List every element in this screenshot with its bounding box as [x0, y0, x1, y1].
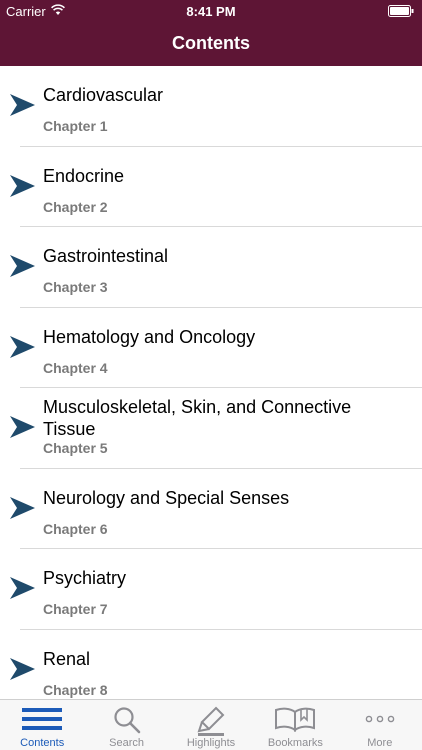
clock: 8:41 PM	[186, 4, 236, 19]
chapter-title: Neurology and Special Senses	[43, 487, 290, 508]
chapter-row[interactable]: Cardiovascular Chapter 1	[0, 66, 422, 147]
chapter-title: Hematology and Oncology	[43, 326, 256, 347]
chapter-number: Chapter 8	[43, 681, 108, 698]
chapter-title: Gastrointestinal	[43, 246, 169, 266]
tab-search[interactable]: Search	[84, 700, 168, 750]
chapter-number: Chapter 3	[43, 279, 108, 295]
chapter-row[interactable]: Hematology and Oncology Chapter 4	[0, 308, 422, 389]
more-icon	[365, 715, 395, 723]
app-header: Carrier 8:41 PM Contents	[0, 0, 422, 66]
chapter-row[interactable]: Endocrine Chapter 2	[0, 147, 422, 228]
chapter-number: Chapter 1	[43, 118, 108, 134]
chapter-list: Cardiovascular Chapter 1 Endocrine Chapt…	[0, 66, 422, 699]
tab-highlights[interactable]: Highlights	[169, 700, 253, 750]
chapter-number: Chapter 7	[43, 601, 108, 617]
arrow-icon	[10, 94, 35, 116]
chapter-title: Musculoskeletal, Skin, and Connective Ti…	[43, 397, 352, 439]
chapter-row[interactable]: Psychiatry Chapter 7	[0, 549, 422, 630]
chapter-title: Renal	[43, 648, 91, 669]
chapter-row[interactable]: Gastrointestinal Chapter 3	[0, 227, 422, 308]
search-icon	[113, 707, 140, 734]
tab-contents[interactable]: Contents	[0, 700, 84, 750]
chapter-title: Cardiovascular	[43, 85, 164, 105]
battery-icon	[388, 5, 414, 17]
tab-label: Search	[109, 737, 145, 749]
tab-bar: Contents Search Highlights Bookmarks Mor…	[0, 699, 422, 750]
tab-label: Highlights	[186, 737, 236, 749]
tab-label: Bookmarks	[267, 737, 323, 749]
status-bar: Carrier 8:41 PM	[0, 0, 422, 22]
chapter-number: Chapter 4	[43, 359, 108, 376]
arrow-icon	[10, 416, 35, 438]
tab-bookmarks[interactable]: Bookmarks	[253, 700, 337, 750]
highlighter-icon	[197, 706, 225, 736]
chapter-number: Chapter 2	[43, 198, 108, 215]
arrow-icon	[10, 657, 35, 680]
tab-label: More	[367, 737, 393, 749]
tab-label: Contents	[20, 737, 65, 749]
page-title: Contents	[172, 33, 250, 53]
chapter-title: Psychiatry	[43, 568, 127, 588]
arrow-icon	[10, 174, 35, 197]
arrow-icon	[10, 496, 35, 519]
book-icon	[275, 707, 316, 732]
chapter-row[interactable]: Musculoskeletal, Skin, and Connective Ti…	[0, 388, 422, 469]
tab-more[interactable]: More	[338, 700, 422, 750]
chapter-row[interactable]: Renal Chapter 8	[0, 630, 422, 700]
arrow-icon	[10, 577, 35, 599]
chapter-title: Endocrine	[43, 165, 125, 186]
chapter-row[interactable]: Neurology and Special Senses Chapter 6	[0, 469, 422, 550]
list-icon	[22, 708, 63, 730]
chapter-number: Chapter 6	[43, 520, 108, 537]
chapter-number: Chapter 5	[43, 440, 108, 456]
arrow-icon	[10, 335, 35, 358]
arrow-icon	[10, 255, 35, 277]
